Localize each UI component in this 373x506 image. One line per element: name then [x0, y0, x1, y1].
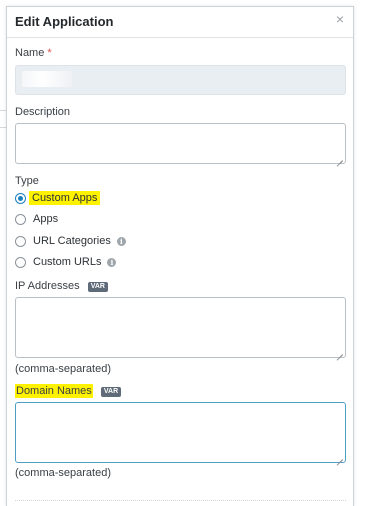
domain-names-label: Domain Names VAR — [15, 384, 122, 398]
radio-custom-urls[interactable] — [15, 256, 26, 268]
type-option-custom-apps[interactable]: Custom Apps — [15, 190, 101, 206]
radio-custom-apps[interactable] — [15, 192, 26, 204]
type-label: Type — [15, 175, 39, 187]
dialog-title: Edit Application — [15, 14, 114, 29]
ip-addresses-textarea[interactable] — [15, 297, 346, 358]
info-icon[interactable]: i — [116, 236, 126, 246]
domain-names-hint: (comma-separated) — [15, 467, 111, 479]
resize-grip-icon[interactable] — [337, 155, 343, 161]
name-label-text: Name — [15, 47, 45, 59]
name-label: Name * — [15, 47, 52, 59]
radio-label-custom-urls: Custom URLs — [33, 256, 102, 268]
domain-names-label-text: Domain Names — [15, 384, 93, 398]
radio-label-url-categories: URL Categories — [33, 235, 111, 247]
type-option-url-categories[interactable]: URL Categories i — [15, 233, 126, 249]
description-textarea[interactable] — [15, 123, 346, 164]
edit-application-dialog: Edit Application × Name * Description Ty… — [6, 6, 354, 506]
page: Edit Application × Name * Description Ty… — [0, 0, 373, 506]
description-label: Description — [15, 106, 71, 118]
dialog-header: Edit Application × — [7, 7, 353, 38]
close-icon[interactable]: × — [333, 11, 347, 27]
resize-grip-icon[interactable] — [337, 454, 343, 460]
name-input[interactable] — [15, 65, 346, 95]
radio-label-apps: Apps — [33, 213, 59, 225]
radio-apps[interactable] — [15, 213, 26, 225]
type-option-custom-urls[interactable]: Custom URLs i — [15, 254, 117, 270]
type-option-apps[interactable]: Apps — [15, 211, 58, 227]
ip-addresses-hint: (comma-separated) — [15, 363, 111, 375]
required-mark: * — [47, 47, 52, 59]
ip-addresses-label-text: IP Addresses — [15, 280, 80, 292]
section-divider — [15, 500, 346, 501]
domain-names-textarea[interactable] — [15, 402, 346, 463]
radio-url-categories[interactable] — [15, 235, 26, 247]
var-badge: VAR — [87, 282, 108, 292]
resize-grip-icon[interactable] — [337, 349, 343, 355]
redacted-name-value — [22, 71, 72, 87]
var-badge: VAR — [100, 387, 122, 397]
ip-addresses-label: IP Addresses VAR — [15, 280, 108, 292]
radio-label-custom-apps: Custom Apps — [29, 191, 101, 205]
info-icon[interactable]: i — [107, 257, 117, 267]
